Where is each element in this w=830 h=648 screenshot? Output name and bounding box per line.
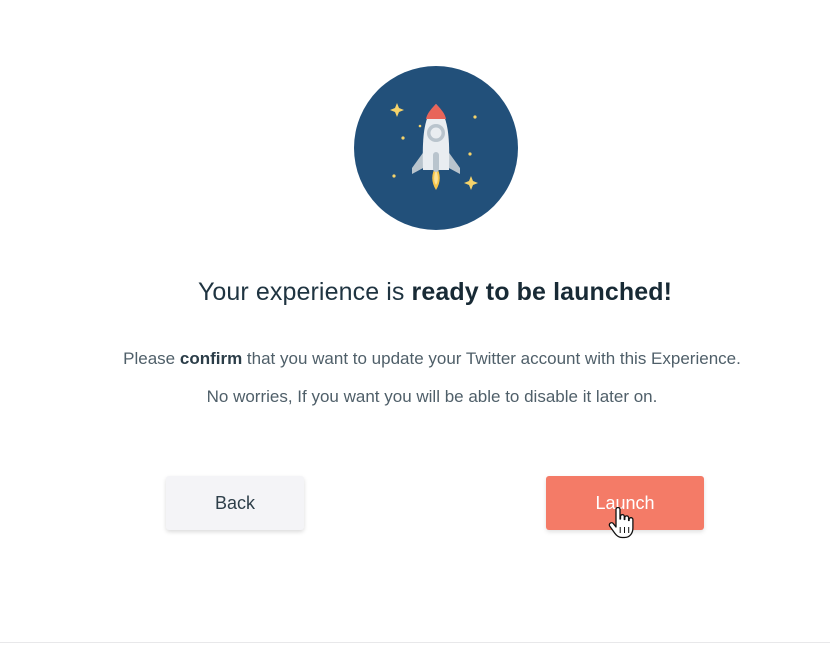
rocket-illustration [354,66,518,230]
headline-emphasis: ready to be launched! [411,278,673,306]
back-button-label: Back [214,492,256,513]
disable-note: No worries, If you want you will be able… [206,387,658,406]
message-emphasis: confirm [179,349,243,368]
headline-text: Your experience is [197,278,412,306]
confirm-message: Please confirm that you want to update y… [0,349,830,369]
back-button[interactable]: Back [166,476,304,530]
launch-headline: Your experience is ready to be launched! [0,278,830,307]
message-suffix: that you want to update your Twitter acc… [242,349,741,368]
rocket-icon [354,66,518,230]
launch-button-label: Launch [595,492,655,513]
launch-button[interactable]: Launch [546,476,704,530]
footer-divider [0,642,830,643]
message-prefix: Please [123,349,180,368]
